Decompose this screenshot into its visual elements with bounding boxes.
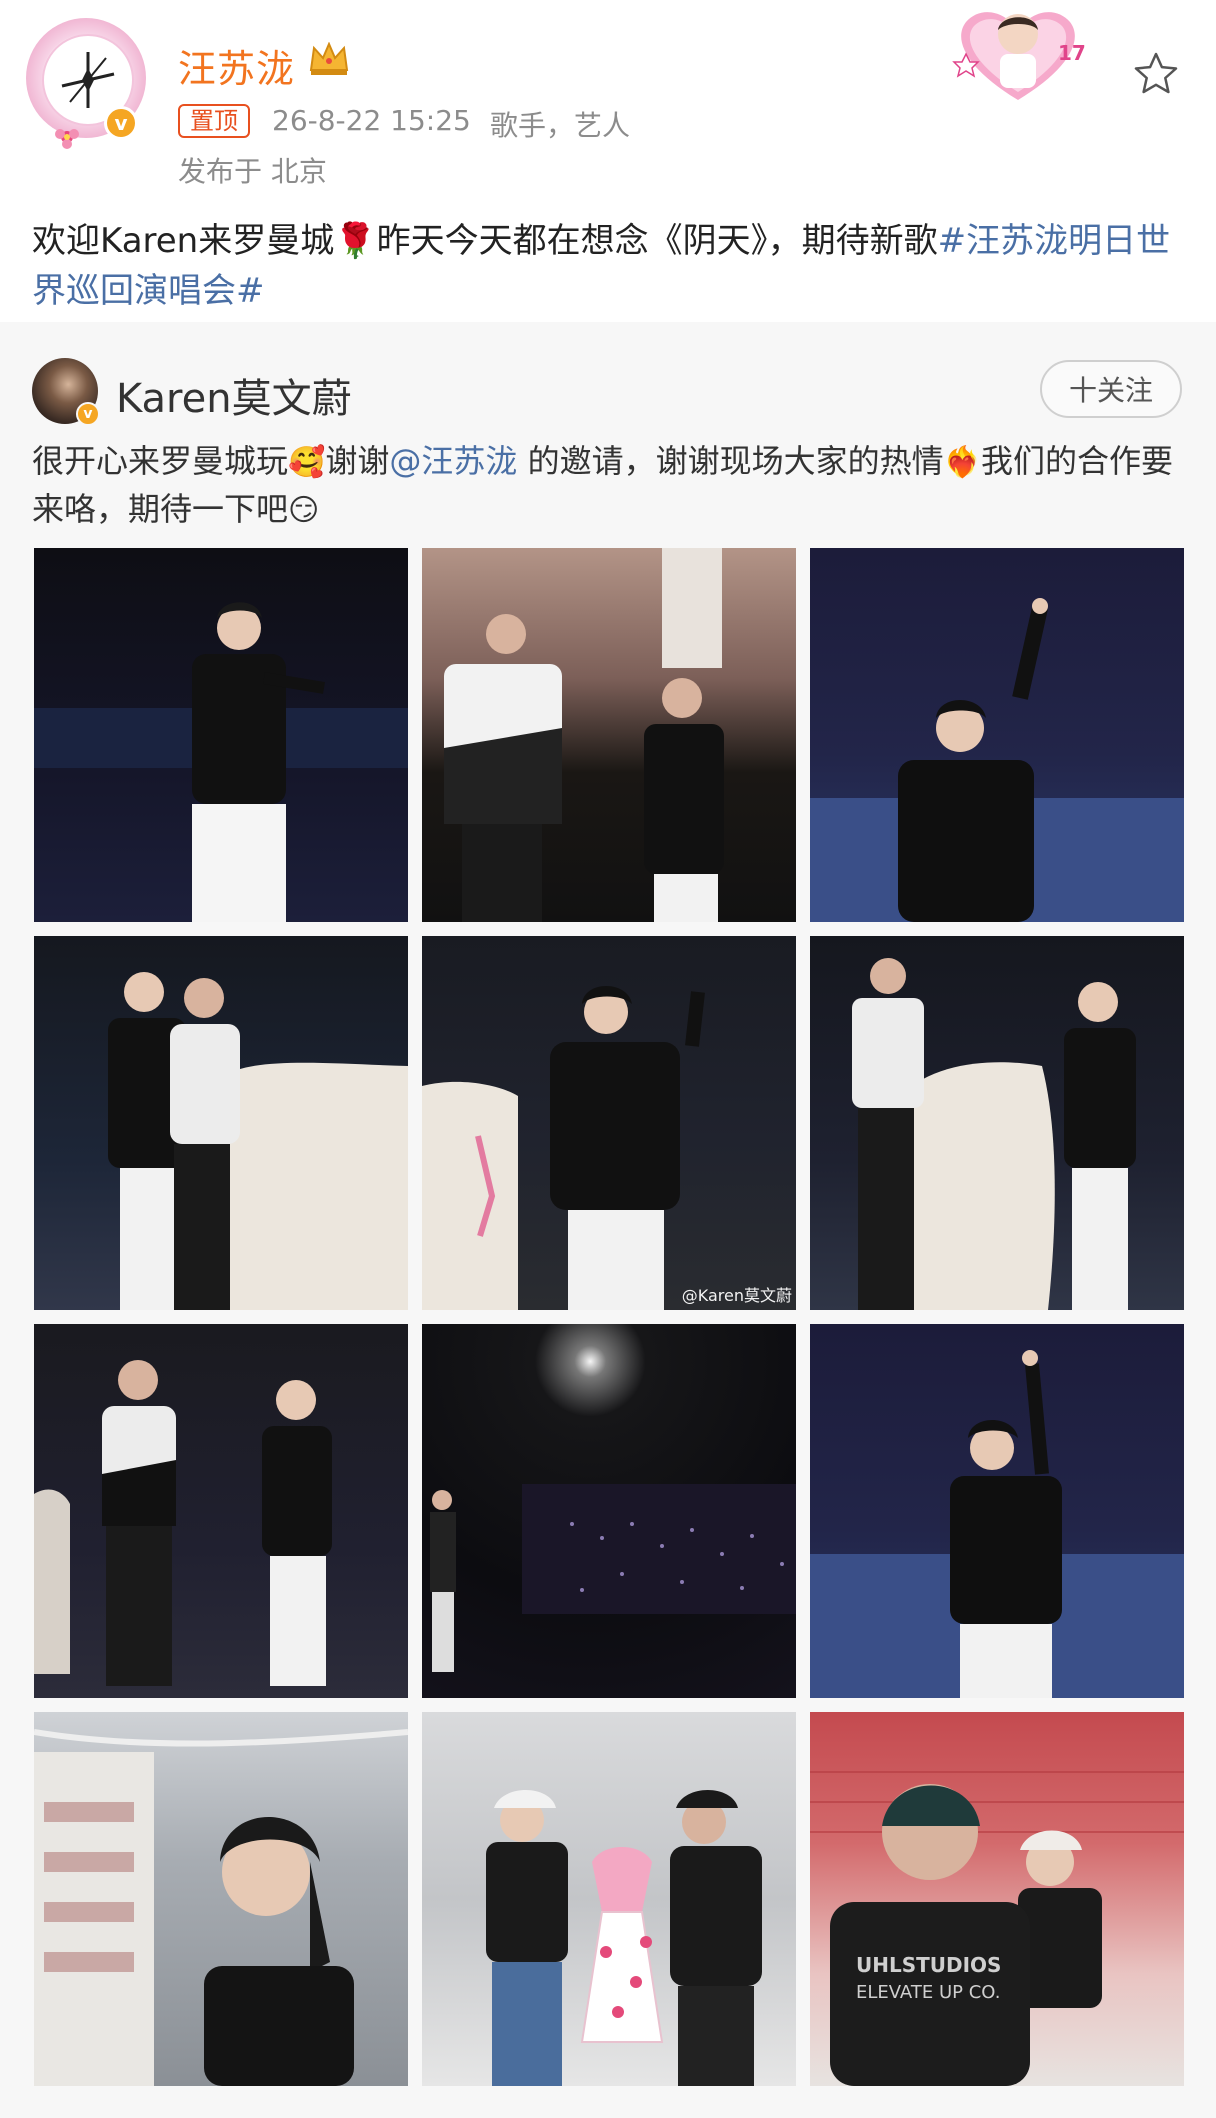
wink-emoji-icon: 😏: [288, 493, 320, 528]
photo-6[interactable]: [810, 936, 1184, 1310]
post-body: 欢迎Karen来罗曼城🌹昨天今天都在想念《阴天》，期待新歌#汪苏泷明日世界巡回演…: [32, 216, 1182, 316]
photo-8-image: [430, 1484, 796, 1672]
reposted-card[interactable]: v Karen莫文蔚 十关注 很开心来罗曼城玩🥰谢谢@汪苏泷 的邀请，谢谢现场大…: [0, 322, 1216, 2118]
photo-12[interactable]: UHLSTUDIOS ELEVATE UP CO.: [810, 1712, 1184, 2086]
photo-grid: @Karen莫文蔚 UHLSTUDIOS ELEVATE UP CO.: [34, 548, 1184, 2104]
repost-body: 很开心来罗曼城玩🥰谢谢@汪苏泷 的邀请，谢谢现场大家的热情❤️‍🔥我们的合作要来…: [32, 438, 1182, 534]
repost-verified-badge-icon: v: [76, 402, 100, 426]
photo-5-image: [422, 986, 705, 1310]
verified-badge-icon: v: [104, 106, 138, 140]
photo-9-image: [810, 1350, 1184, 1698]
photo-11-image: [486, 1790, 762, 2086]
crown-icon: [309, 42, 349, 75]
svg-text:17: 17: [1058, 41, 1086, 65]
post-text-part2: 昨天今天都在想念《阴天》，期待新歌: [376, 221, 938, 261]
avatar-decoration-icon: [55, 129, 79, 149]
svg-text:ELEVATE UP CO.: ELEVATE UP CO.: [856, 1982, 1000, 2003]
photo-3-image: [810, 598, 1184, 922]
user-role: 歌手，艺人: [490, 109, 631, 142]
photo-2-image: [444, 548, 724, 922]
repost-text-part2: 谢谢: [325, 442, 390, 480]
user-avatar[interactable]: v: [26, 18, 146, 149]
photo-5[interactable]: @Karen莫文蔚: [422, 936, 796, 1310]
fan-club-badge-icon[interactable]: 17: [948, 0, 1088, 108]
photo-9[interactable]: [810, 1324, 1184, 1698]
photo-4-image: [108, 972, 408, 1310]
smiling-hearts-emoji-icon: 🥰: [288, 445, 326, 480]
photo-1[interactable]: [34, 548, 408, 922]
rose-icon: 🌹: [334, 221, 377, 261]
photo-6-image: [852, 958, 1136, 1310]
photo-2[interactable]: [422, 548, 796, 922]
photo-watermark: @Karen莫文蔚: [681, 1286, 792, 1305]
post-timestamp: 26-8-22 15:25: [272, 104, 471, 137]
photo-8[interactable]: [422, 1324, 796, 1698]
heart-on-fire-emoji-icon: ❤️‍🔥: [943, 445, 981, 480]
photo-7-image: [34, 1360, 332, 1686]
repost-text-part3: 的邀请，谢谢现场大家的热情: [517, 442, 944, 480]
photo-12-image: UHLSTUDIOS ELEVATE UP CO.: [810, 1771, 1184, 2086]
photo-10-image: [34, 1729, 408, 2086]
avatar-logo-icon: [61, 52, 115, 108]
post-header: v 汪苏泷 置顶 26-8-22 15:25 歌手，艺人 发布于 北京 17 欢…: [0, 0, 1216, 318]
photo-3[interactable]: [810, 548, 1184, 922]
repost-username[interactable]: Karen莫文蔚: [116, 366, 352, 424]
photo-1-image: [34, 602, 408, 922]
post-text-part1: 欢迎Karen来罗曼城: [32, 221, 335, 261]
post-location: 发布于 北京: [178, 155, 327, 188]
star-outline-icon[interactable]: [1132, 50, 1180, 98]
photo-7[interactable]: [34, 1324, 408, 1698]
photo-4[interactable]: [34, 936, 408, 1310]
repost-mention[interactable]: @汪苏泷: [389, 442, 517, 480]
follow-button[interactable]: 十关注: [1040, 360, 1182, 418]
photo-11[interactable]: [422, 1712, 796, 2086]
pinned-badge: 置顶: [178, 104, 250, 138]
photo-10[interactable]: [34, 1712, 408, 2086]
post-username[interactable]: 汪苏泷: [178, 38, 295, 93]
repost-text-part1: 很开心来罗曼城玩: [32, 442, 289, 480]
svg-text:UHLSTUDIOS: UHLSTUDIOS: [856, 1953, 1001, 1977]
